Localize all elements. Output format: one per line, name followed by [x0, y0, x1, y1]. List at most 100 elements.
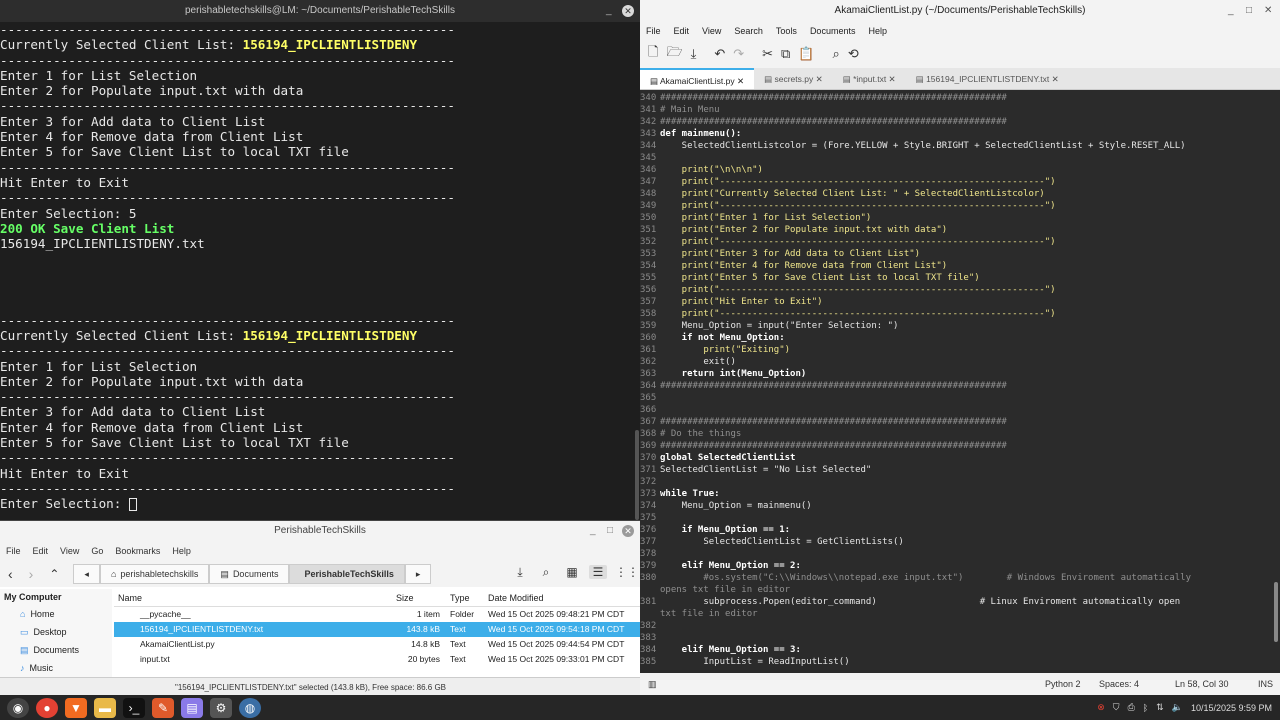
terminal-line: 200 OK Save Client List: [0, 220, 175, 236]
terminal-icon[interactable]: ›_: [123, 697, 145, 718]
file-manager-titlebar[interactable]: PerishableTechSkills _ □ ✕: [0, 521, 640, 541]
text-editor-icon[interactable]: ▤: [181, 697, 203, 718]
bluetooth-icon[interactable]: ᛒ: [1143, 703, 1148, 713]
save-icon[interactable]: ⤓: [691, 46, 697, 62]
update-icon[interactable]: ⊗: [1097, 702, 1105, 713]
close-icon[interactable]: ✕: [622, 5, 634, 17]
redo-icon[interactable]: ↷: [733, 46, 744, 62]
close-icon[interactable]: ✕: [622, 525, 634, 537]
menu-item[interactable]: Edit: [674, 22, 690, 40]
maximize-icon[interactable]: □: [607, 521, 613, 541]
language-selector[interactable]: Python 2: [1045, 673, 1081, 695]
insert-mode: INS: [1258, 679, 1274, 689]
editor-titlebar[interactable]: AkamaiClientList.py (~/Documents/Perisha…: [640, 0, 1280, 22]
open-file-icon[interactable]: 🗁: [666, 43, 682, 65]
line-number: [640, 608, 660, 620]
menu-item[interactable]: Documents: [810, 22, 856, 40]
editor-scrollbar[interactable]: [1272, 92, 1280, 670]
terminal-window[interactable]: perishabletechskills@LM: ~/Documents/Per…: [0, 0, 640, 520]
paste-icon[interactable]: 📋: [798, 46, 814, 62]
new-file-icon[interactable]: 🗋: [648, 43, 658, 65]
editor-tab[interactable]: ▤ AkamaiClientList.py ✕: [640, 68, 755, 89]
app-icon[interactable]: ✎: [152, 697, 174, 718]
sidebar-item[interactable]: ▭ Desktop: [0, 623, 112, 641]
close-tab-icon[interactable]: ✕: [886, 74, 896, 84]
replace-icon[interactable]: ⟲: [848, 46, 859, 62]
icon-view-icon[interactable]: ▦: [563, 565, 581, 579]
close-tab-icon[interactable]: ✕: [1049, 74, 1059, 84]
sidebar-toggle-icon[interactable]: ▥: [648, 673, 657, 695]
close-tab-icon[interactable]: ✕: [735, 76, 744, 86]
menu-item[interactable]: View: [702, 22, 721, 40]
code-line: 380 #os.system("C:\\Windows\\notepad.exe…: [640, 572, 1272, 584]
volume-icon[interactable]: 🔈: [1172, 702, 1183, 713]
editor-tab[interactable]: ▤ secrets.py ✕: [754, 68, 833, 89]
terminal-line: 156194_IPCLIENTLISTDENY.txt: [0, 236, 205, 252]
copy-icon[interactable]: ⧉: [781, 46, 790, 62]
menu-item[interactable]: View: [60, 541, 79, 561]
undo-icon[interactable]: ↶: [714, 46, 725, 62]
column-type[interactable]: Type: [446, 589, 488, 606]
menu-item[interactable]: Help: [868, 22, 887, 40]
up-icon[interactable]: ⌃: [49, 567, 59, 581]
network-icon[interactable]: ⇅: [1156, 702, 1164, 713]
search-icon[interactable]: ⌕: [833, 46, 840, 62]
chrome-icon[interactable]: ●: [36, 697, 58, 718]
menu-item[interactable]: Go: [91, 541, 103, 561]
column-size[interactable]: Size: [396, 589, 446, 606]
terminal-titlebar[interactable]: perishabletechskills@LM: ~/Documents/Per…: [0, 0, 640, 22]
terminal-output[interactable]: ----------------------------------------…: [0, 22, 634, 520]
minimize-icon[interactable]: _: [606, 0, 612, 22]
forward-icon[interactable]: ›: [29, 566, 34, 582]
file-row[interactable]: input.txt 20 bytes Text Wed 15 Oct 2025 09:…: [114, 652, 640, 667]
search-icon[interactable]: ⌕: [537, 565, 555, 580]
indent-selector[interactable]: Spaces: 4: [1099, 673, 1139, 695]
settings-icon[interactable]: ⚙: [210, 697, 232, 718]
menu-item[interactable]: Bookmarks: [115, 541, 160, 561]
column-date[interactable]: Date Modified: [488, 589, 640, 606]
code-text: if not Menu_Option:: [660, 333, 785, 343]
close-tab-icon[interactable]: ✕: [813, 74, 823, 84]
editor-tab[interactable]: ▤ *input.txt ✕: [833, 68, 906, 89]
sidebar-item[interactable]: ⌂ Home: [0, 605, 112, 623]
close-icon[interactable]: ✕: [1264, 0, 1272, 22]
brave-icon[interactable]: ▼: [65, 697, 87, 718]
code-area[interactable]: 340 #####################################…: [640, 92, 1272, 670]
compact-view-icon[interactable]: ⋮⋮: [615, 565, 639, 579]
menu-icon[interactable]: ◉: [7, 697, 29, 718]
menu-item[interactable]: Edit: [33, 541, 49, 561]
cut-icon[interactable]: ✂: [762, 46, 773, 62]
breadcrumb-item[interactable]: PerishableTechSkills: [289, 564, 405, 584]
menu-item[interactable]: Tools: [776, 22, 797, 40]
column-name[interactable]: Name: [114, 589, 396, 606]
shield-icon[interactable]: ⛉: [1113, 702, 1120, 713]
breadcrumb-item[interactable]: ⌂ perishabletechskills: [99, 564, 210, 584]
maximize-icon[interactable]: □: [1246, 0, 1252, 22]
menu-item[interactable]: Help: [172, 541, 191, 561]
breadcrumb-left-icon[interactable]: ◂: [73, 564, 100, 584]
folder-icon[interactable]: ▬: [94, 697, 116, 718]
minimize-icon[interactable]: _: [1228, 0, 1234, 22]
file-manager-window[interactable]: PerishableTechSkills _ □ ✕ File Edit View G…: [0, 520, 640, 695]
minimize-icon[interactable]: _: [590, 521, 596, 541]
list-view-icon[interactable]: ☰: [589, 565, 607, 579]
file-row[interactable]: AkamaiClientList.py 14.8 kB Text Wed 15 Oct…: [114, 637, 640, 652]
breadcrumb-right-icon[interactable]: ▸: [404, 564, 432, 584]
sidebar-item[interactable]: ▤ Documents: [0, 641, 112, 659]
clock[interactable]: 10/15/2025 9:59 PM: [1191, 703, 1272, 713]
sidebar-item[interactable]: ♪ Music: [0, 659, 112, 677]
globe-icon[interactable]: ◍: [239, 697, 261, 718]
printer-icon[interactable]: ⎙: [1128, 702, 1135, 713]
menu-item[interactable]: Search: [734, 22, 763, 40]
editor-tab[interactable]: ▤ 156194_IPCLIENTLISTDENY.txt ✕: [906, 68, 1069, 89]
breadcrumb-item[interactable]: ▤ Documents: [209, 564, 290, 584]
back-icon[interactable]: ‹: [8, 566, 13, 582]
menu-item[interactable]: File: [646, 22, 661, 40]
terminal-icon[interactable]: ⤓: [511, 565, 529, 580]
file-row[interactable]: __pycache__ 1 item Folder Wed 15 Oct 2025 0…: [114, 607, 640, 622]
editor-window[interactable]: AkamaiClientList.py (~/Documents/Perisha…: [640, 0, 1280, 695]
file-row[interactable]: 156194_IPCLIENTLISTDENY.txt 143.8 kB Text W…: [114, 622, 640, 637]
selected-list-name: 156194_IPCLIENTLISTDENY: [242, 327, 418, 343]
file-size: 20 bytes: [407, 654, 440, 664]
menu-item[interactable]: File: [6, 541, 21, 561]
